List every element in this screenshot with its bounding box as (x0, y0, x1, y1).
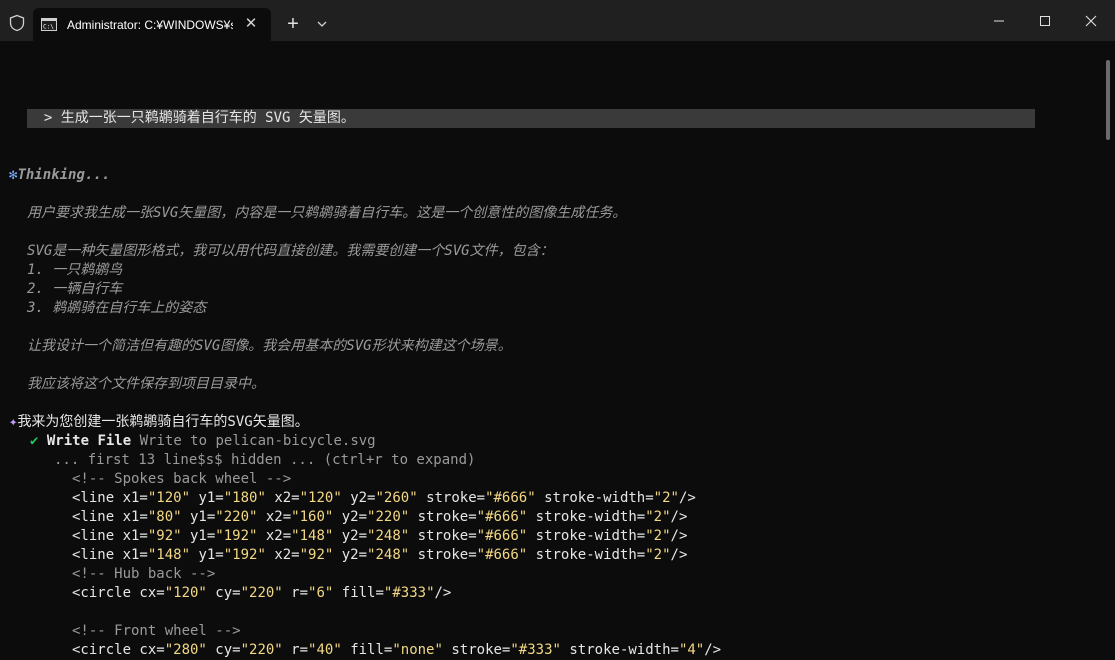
tab-cmd[interactable]: C:\ Administrator: C:¥WINDOWS¥system32¥c… (33, 8, 271, 41)
code-comment: <!-- Spokes back wheel --> (72, 471, 292, 487)
user-prompt: > 生成一张一只鹈鹕骑着自行车的 SVG 矢量图。 (27, 110, 355, 126)
hidden-lines-note[interactable]: ... first 13 line$s$ hidden ... (ctrl+r … (54, 451, 475, 470)
shield-icon (9, 14, 25, 32)
chevron-down-icon[interactable] (312, 13, 332, 35)
thought-line: SVG是一种矢量图形格式，我可以用代码直接创建。我需要创建一个SVG文件，包含： (27, 243, 554, 259)
code-line: <circle cx="280" cy="220" r="40" fill="n… (72, 642, 722, 658)
code-comment: <!-- Hub back --> (72, 566, 216, 582)
svg-text:C:\: C:\ (43, 24, 54, 31)
minimize-icon[interactable] (984, 9, 1014, 33)
tool-description: Write to pelican-bicycle.svg (139, 433, 376, 449)
thought-line: 用户要求我生成一张SVG矢量图，内容是一只鹈鹕骑着自行车。这是一个创意性的图像生… (27, 205, 627, 221)
code-line: <line x1="120" y1="180" x2="120" y2="260… (72, 490, 696, 506)
new-tab-button[interactable]: + (282, 13, 304, 35)
tab-title: Administrator: C:¥WINDOWS¥system32¥cmd.e… (67, 18, 233, 32)
check-icon: ✔ (30, 433, 39, 449)
code-line: <line x1="92" y1="192" x2="148" y2="248"… (72, 528, 688, 544)
reply-text: 我来为您创建一张鹈鹕骑自行车的SVG矢量图。 (17, 414, 309, 430)
assistant-reply: ✦我来为您创建一张鹈鹕骑自行车的SVG矢量图。 (9, 413, 309, 432)
tool-name: Write File (46, 433, 132, 449)
scrollbar-thumb[interactable] (1106, 60, 1110, 140)
terminal-output[interactable]: > 生成一张一只鹈鹕骑着自行车的 SVG 矢量图。 ✻Thinking... 用… (0, 41, 1115, 658)
close-tab-icon[interactable]: ✕ (242, 15, 260, 33)
code-line: <line x1="148" y1="192" x2="92" y2="248"… (72, 547, 688, 563)
thought-line: 3. 鹈鹕骑在自行车上的姿态 (27, 300, 207, 316)
thinking-label: Thinking... (17, 167, 111, 183)
thought-line: 2. 一辆自行车 (27, 281, 123, 297)
maximize-icon[interactable] (1030, 9, 1060, 33)
code-line: <line x1="80" y1="220" x2="160" y2="220"… (72, 509, 688, 525)
thinking-header: ✻Thinking... (9, 166, 110, 185)
thought-line: 1. 一只鹈鹕鸟 (27, 262, 123, 278)
cmd-icon: C:\ (41, 18, 57, 31)
title-bar: C:\ Administrator: C:¥WINDOWS¥system32¥c… (0, 0, 1115, 41)
thought-line: 让我设计一个简洁但有趣的SVG图像。我会用基本的SVG形状来构建这个场景。 (27, 338, 512, 354)
thought-line: 我应该将这个文件保存到项目目录中。 (27, 376, 265, 392)
code-comment: <!-- Front wheel --> (72, 623, 241, 639)
close-window-icon[interactable] (1076, 9, 1106, 33)
code-line: <circle cx="120" cy="220" r="6" fill="#3… (72, 585, 452, 601)
tool-call: ✔ Write File Write to pelican-bicycle.sv… (30, 432, 376, 451)
